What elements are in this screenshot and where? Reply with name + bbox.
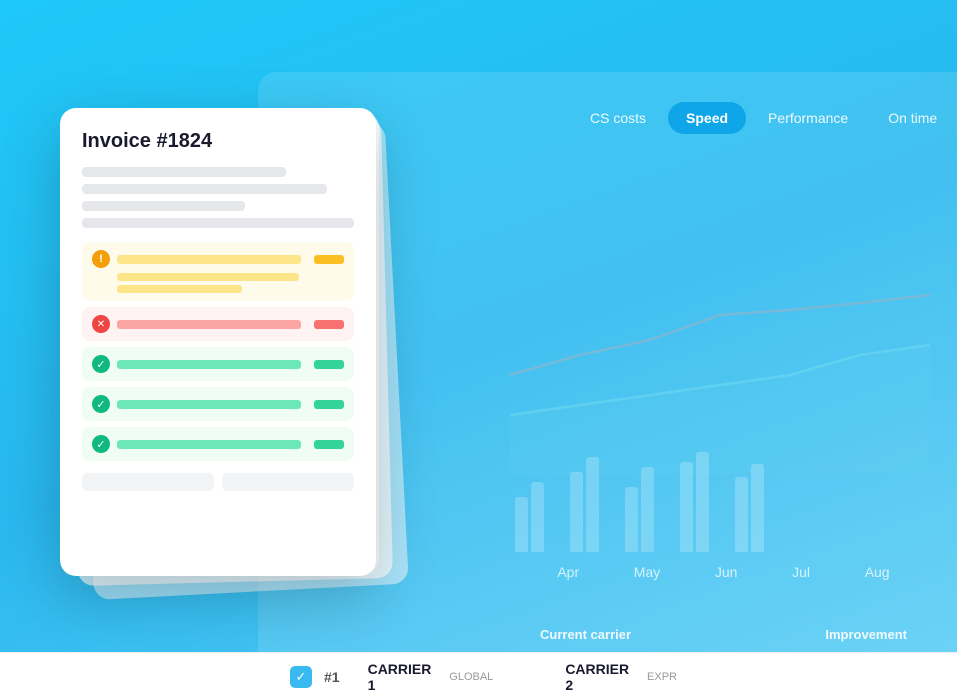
bar xyxy=(515,497,528,552)
placeholder-line-4 xyxy=(82,218,354,228)
bar xyxy=(570,472,583,552)
placeholder-line-2 xyxy=(82,184,327,194)
success-row-2: ✓ xyxy=(82,387,354,421)
bar xyxy=(680,462,693,552)
warning-main-bar xyxy=(117,255,301,264)
bar xyxy=(641,467,654,552)
warning-sub-2 xyxy=(117,285,242,293)
warning-header-row: ! xyxy=(92,250,344,268)
current-carrier-label: Current carrier xyxy=(540,627,825,642)
bar xyxy=(531,482,544,552)
month-jun: Jun xyxy=(715,564,738,580)
month-aug: Aug xyxy=(865,564,890,580)
error-icon: ✕ xyxy=(92,315,110,333)
tab-performance[interactable]: Performance xyxy=(750,102,866,134)
placeholder-line-3 xyxy=(82,201,245,211)
success-row-1: ✓ xyxy=(82,347,354,381)
row-carrier2-tag: EXPR xyxy=(647,671,677,683)
error-end xyxy=(314,320,344,329)
tabs-bar: CS costs Speed Performance On time xyxy=(572,102,955,134)
success-bar-2 xyxy=(117,400,301,409)
success-end-1 xyxy=(314,360,344,369)
row-carrier1-tag: GLOBAL xyxy=(449,671,493,683)
month-jul: Jul xyxy=(792,564,810,580)
bar-group xyxy=(680,452,709,552)
invoice-title: Invoice #1824 xyxy=(82,130,354,153)
error-row: ✕ xyxy=(82,307,354,341)
main-invoice-card: Invoice #1824 ! ✕ ✓ xyxy=(60,108,376,576)
success-end-3 xyxy=(314,440,344,449)
month-apr: Apr xyxy=(557,564,579,580)
bar-group xyxy=(625,467,654,552)
month-may: May xyxy=(634,564,660,580)
bar xyxy=(751,464,764,552)
row-carrier1-name: CARRIER 1 xyxy=(368,661,438,693)
placeholder-line-1 xyxy=(82,167,286,177)
bar xyxy=(735,477,748,552)
bar xyxy=(625,487,638,552)
tab-cs-costs[interactable]: CS costs xyxy=(572,102,664,134)
success-icon-3: ✓ xyxy=(92,435,110,453)
month-labels: Apr May Jun Jul Aug xyxy=(490,564,957,580)
warning-end-bar xyxy=(314,255,344,264)
row-number: #1 xyxy=(324,669,340,685)
improvement-label: Improvement xyxy=(825,627,907,642)
row-carrier2-name: CARRIER 2 xyxy=(565,661,635,693)
card-bottom-blocks xyxy=(82,473,354,491)
success-bar-1 xyxy=(117,360,301,369)
error-bar xyxy=(117,320,301,329)
bar-group xyxy=(735,464,764,552)
bottom-bar: ✓ #1 CARRIER 1 GLOBAL CARRIER 2 EXPR xyxy=(0,652,957,700)
warning-sub-lines xyxy=(92,273,344,293)
success-row-3: ✓ xyxy=(82,427,354,461)
bar-group xyxy=(515,482,544,552)
success-bar-3 xyxy=(117,440,301,449)
bottom-section-labels: Current carrier Improvement xyxy=(490,627,957,642)
warning-section: ! xyxy=(82,242,354,301)
tab-speed[interactable]: Speed xyxy=(668,102,746,134)
bar xyxy=(586,457,599,552)
warning-icon: ! xyxy=(92,250,110,268)
bottom-block-2 xyxy=(222,473,354,491)
success-end-2 xyxy=(314,400,344,409)
warning-sub-1 xyxy=(117,273,299,281)
bar xyxy=(696,452,709,552)
success-icon-2: ✓ xyxy=(92,395,110,413)
bar-group xyxy=(570,457,599,552)
bar-chart xyxy=(490,442,957,552)
bottom-block-1 xyxy=(82,473,214,491)
tab-on-time[interactable]: On time xyxy=(870,102,955,134)
success-icon-1: ✓ xyxy=(92,355,110,373)
row-checkbox[interactable]: ✓ xyxy=(290,666,312,688)
